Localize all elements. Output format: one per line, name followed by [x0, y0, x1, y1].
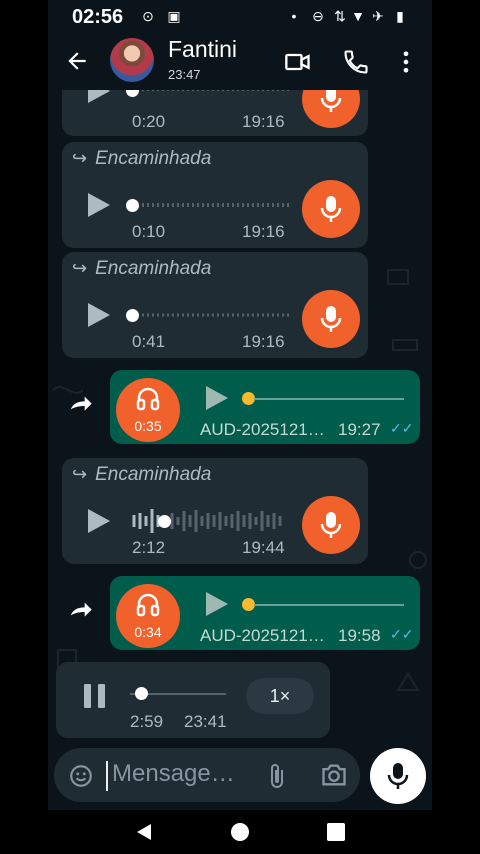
forwarded-label: ↪ Encaminhada: [72, 258, 211, 280]
audio-duration: 0:20: [132, 112, 166, 131]
play-icon[interactable]: [88, 509, 110, 533]
dnd-icon: ⊖: [312, 8, 324, 24]
read-ticks-icon: ✓✓: [390, 420, 414, 436]
message-time: 19:44: [242, 538, 285, 557]
mic-badge: [302, 290, 360, 348]
audio-waveform: [132, 509, 282, 533]
camera-icon[interactable]: [320, 762, 348, 788]
notification-icon: ⊙: [142, 8, 154, 24]
audio-player-bar[interactable]: 2:59 23:41 1×: [56, 662, 330, 738]
message-time: 19:16: [242, 222, 285, 241]
notification-icon-2: ▣: [167, 8, 181, 24]
audio-duration: 0:34: [134, 624, 162, 640]
message-time: 19:16: [242, 332, 285, 351]
phone-screen: 02:56 ⊙ ▣ • ⊖ ⇅ ▼ ✈ ▮ Fantini 23:47 0:20…: [48, 0, 432, 854]
avatar[interactable]: [110, 38, 154, 82]
composer-bar: Mensage…: [48, 740, 432, 810]
video-call-icon[interactable]: [284, 48, 312, 76]
last-seen: 23:47: [168, 67, 201, 82]
status-time: 02:56: [72, 6, 124, 28]
audio-avatar: 0:35: [116, 378, 180, 442]
audio-duration: 0:41: [132, 332, 166, 351]
phone-icon[interactable]: [342, 48, 370, 76]
nav-home-icon[interactable]: [230, 822, 250, 842]
audio-waveform: [142, 313, 292, 317]
attach-icon[interactable]: [266, 762, 288, 790]
message-time: 19:16: [242, 112, 285, 131]
audio-filename: AUD-2025121…: [200, 420, 325, 439]
playback-speed-button[interactable]: 1×: [246, 678, 314, 714]
audio-progress-track[interactable]: [254, 604, 404, 606]
audio-filename: AUD-2025121…: [200, 626, 325, 645]
mic-badge: [302, 496, 360, 554]
audio-duration: 2:12: [132, 538, 166, 557]
forwarded-text: Encaminhada: [95, 464, 212, 485]
mic-icon: [387, 763, 409, 789]
forward-icon: ↪: [72, 258, 88, 278]
play-icon[interactable]: [88, 193, 110, 217]
player-elapsed: 2:59: [130, 712, 164, 731]
dot-icon: •: [291, 8, 297, 24]
forwarded-text: Encaminhada: [95, 258, 212, 279]
message-time: 19:58: [338, 626, 381, 645]
forward-icon[interactable]: [66, 392, 94, 420]
audio-progress-track[interactable]: [254, 398, 404, 400]
message-input[interactable]: Mensage…: [54, 748, 360, 802]
headphones-icon: [136, 387, 160, 411]
message-placeholder[interactable]: Mensage…: [112, 760, 235, 788]
audio-waveform: [142, 203, 292, 207]
battery-icon: ▮: [396, 8, 404, 24]
mic-icon: [320, 512, 342, 538]
forward-icon[interactable]: [66, 598, 94, 626]
player-scrubber[interactable]: [134, 687, 148, 700]
read-ticks-icon: ✓✓: [390, 626, 414, 642]
audio-duration: 0:35: [134, 418, 162, 434]
nav-recents-icon[interactable]: [326, 822, 346, 842]
mic-icon: [320, 196, 342, 222]
play-icon[interactable]: [206, 386, 228, 410]
audio-scrubber[interactable]: [158, 515, 171, 528]
mic-badge: [302, 180, 360, 238]
audio-duration: 0:10: [132, 222, 166, 241]
wifi-icon: ▼: [351, 8, 365, 24]
play-icon[interactable]: [88, 303, 110, 327]
player-time: 23:41: [184, 712, 227, 731]
forward-icon: ↪: [72, 148, 88, 168]
airplane-icon: ✈: [372, 8, 384, 24]
chat-area[interactable]: 0:20 19:16 ↪ Encaminhada 0:10 19:16 ↪ Enca…: [48, 90, 432, 740]
sticker-icon[interactable]: [68, 763, 94, 789]
back-arrow-icon[interactable]: [64, 48, 90, 74]
data-icon: ⇅: [334, 8, 346, 24]
pause-icon[interactable]: [84, 684, 108, 708]
audio-scrubber[interactable]: [126, 90, 139, 97]
message-time: 19:27: [338, 420, 381, 439]
voice-record-button[interactable]: [370, 748, 426, 804]
more-icon[interactable]: [392, 48, 420, 76]
forward-icon: ↪: [72, 464, 88, 484]
contact-name[interactable]: Fantini: [168, 36, 237, 63]
audio-scrubber[interactable]: [126, 309, 139, 322]
headphones-icon: [136, 593, 160, 617]
mic-icon: [320, 306, 342, 332]
system-nav-bar: [0, 810, 480, 854]
message-bubble-outgoing[interactable]: 0:34 AUD-2025121… 19:58 ✓✓: [110, 576, 420, 650]
audio-scrubber[interactable]: [126, 199, 139, 212]
status-bar: 02:56 ⊙ ▣ • ⊖ ⇅ ▼ ✈ ▮: [48, 0, 432, 34]
forwarded-text: Encaminhada: [95, 148, 212, 169]
audio-avatar: 0:34: [116, 584, 180, 648]
audio-waveform: [142, 90, 292, 91]
nav-back-icon[interactable]: [134, 822, 154, 842]
chat-header: Fantini 23:47: [48, 34, 432, 90]
forwarded-label: ↪ Encaminhada: [72, 464, 211, 486]
play-icon[interactable]: [206, 592, 228, 616]
message-bubble-outgoing[interactable]: 0:35 AUD-2025121… 19:27 ✓✓: [110, 370, 420, 444]
mic-icon: [320, 90, 342, 112]
text-caret: [106, 761, 108, 791]
forwarded-label: ↪ Encaminhada: [72, 148, 211, 170]
play-icon[interactable]: [88, 90, 110, 103]
